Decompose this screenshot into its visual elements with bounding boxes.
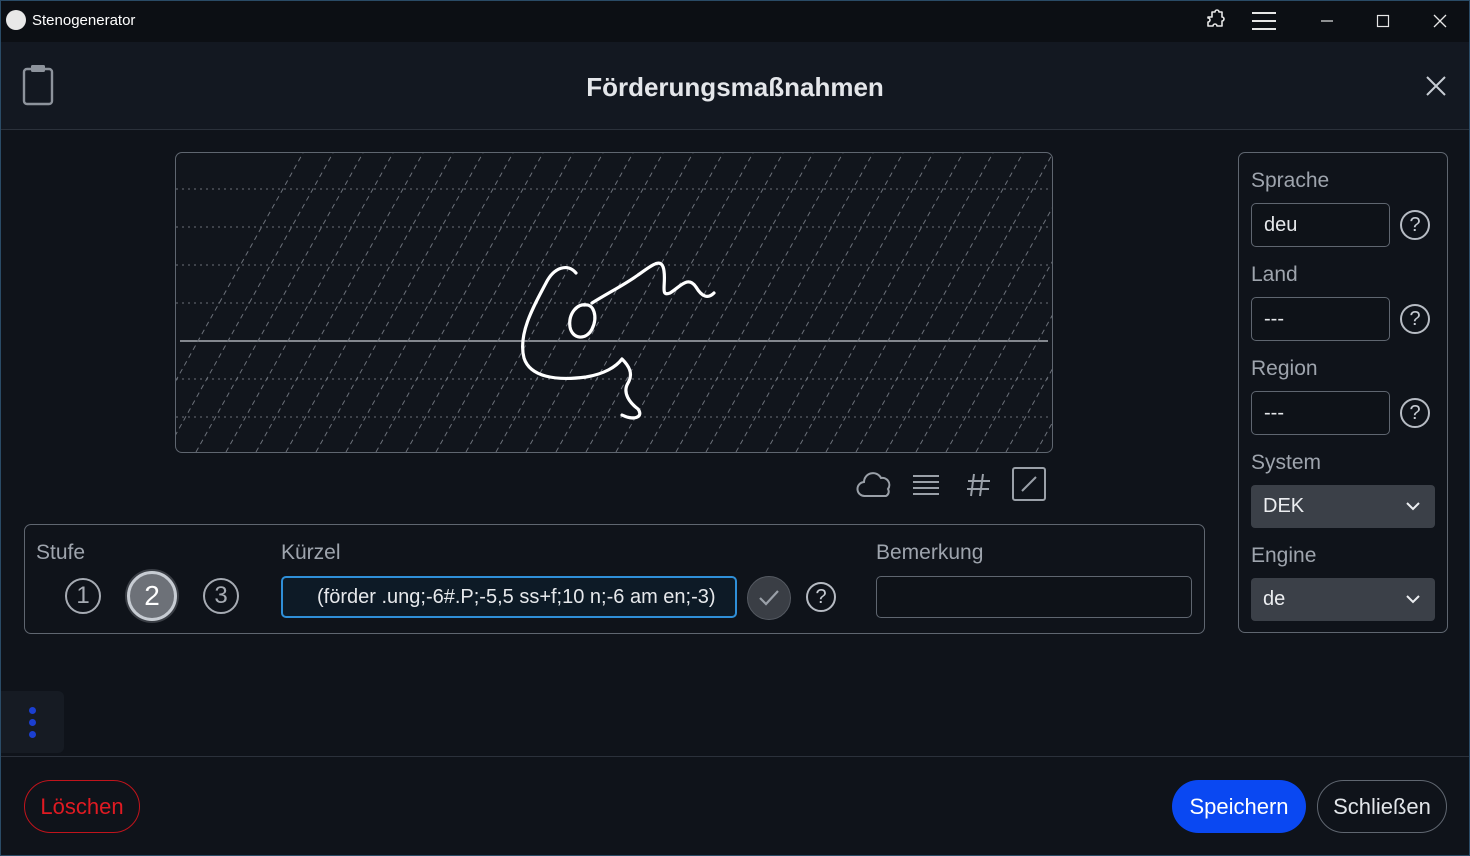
region-label: Region [1251,357,1318,380]
kuerzel-input[interactable]: (förder .ung;-6#.P;-5,5 ss+f;10 n;-6 am … [281,576,737,618]
steno-canvas[interactable] [175,152,1053,453]
land-input[interactable]: --- [1251,297,1390,341]
save-button[interactable]: Speichern [1172,780,1306,833]
app-logo-icon [6,10,26,30]
region-help-icon[interactable]: ? [1400,398,1430,428]
stufe-label: Stufe [36,541,86,564]
window-close-button[interactable] [1417,0,1463,42]
kuerzel-label: Kürzel [281,541,341,564]
land-help-icon[interactable]: ? [1400,304,1430,334]
chevron-down-icon [1406,502,1420,511]
stufe-option-3[interactable]: 3 [203,578,239,614]
hamburger-menu-icon[interactable] [1241,0,1287,42]
window-title: Stenogenerator [32,12,136,29]
slash-box-icon[interactable] [1011,466,1047,507]
bemerkung-label: Bemerkung [876,541,984,564]
maximize-button[interactable] [1360,0,1406,42]
more-dot-icon [29,719,36,726]
title-bar: Stenogenerator [0,0,1470,42]
close-button[interactable]: Schließen [1317,780,1447,833]
sprache-help-icon[interactable]: ? [1400,210,1430,240]
check-icon [759,590,779,606]
dialog-header: Förderungsmaßnahmen [0,42,1470,130]
lines-icon[interactable] [910,466,942,507]
dialog-close-icon[interactable] [1422,72,1450,105]
bemerkung-input[interactable] [876,576,1192,618]
engine-label: Engine [1251,544,1317,567]
sprache-label: Sprache [1251,169,1330,192]
more-options-button[interactable] [0,691,64,753]
engine-select-value: de [1263,588,1286,610]
delete-button[interactable]: Löschen [24,780,140,833]
sprache-input[interactable]: deu [1251,203,1390,247]
engine-select[interactable]: de [1251,578,1435,621]
extensions-icon[interactable] [1192,0,1238,42]
more-dot-icon [29,731,36,738]
minimize-button[interactable] [1304,0,1350,42]
region-input[interactable]: --- [1251,391,1390,435]
system-select[interactable]: DEK [1251,485,1435,528]
dialog-title: Förderungsmaßnahmen [586,72,884,102]
footer-divider [0,756,1470,757]
hash-icon[interactable] [962,466,994,507]
confirm-check-button[interactable] [747,576,791,620]
chevron-down-icon [1406,595,1420,604]
cloud-icon[interactable] [855,466,893,507]
system-label: System [1251,451,1322,474]
stufe-option-1[interactable]: 1 [65,578,101,614]
land-label: Land [1251,263,1298,286]
more-dot-icon [29,707,36,714]
stufe-option-2[interactable]: 2 [127,571,177,621]
kuerzel-help-icon[interactable]: ? [806,582,836,612]
system-select-value: DEK [1263,495,1305,517]
